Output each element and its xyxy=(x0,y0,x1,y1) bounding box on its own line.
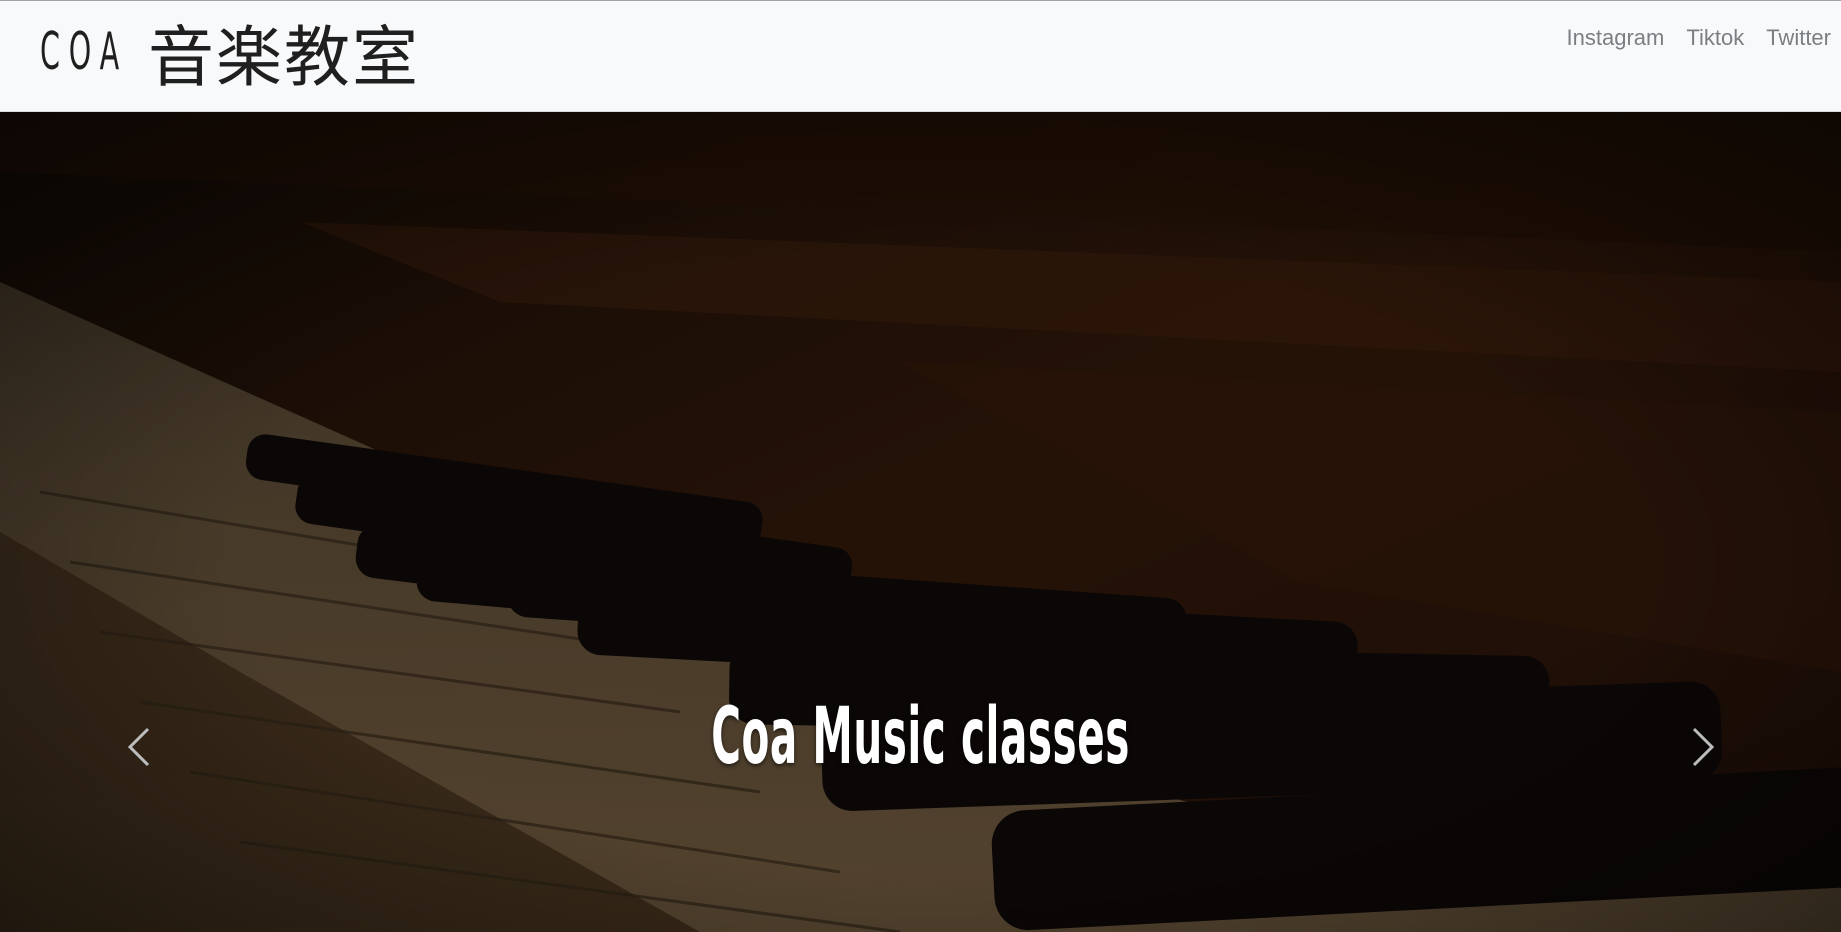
hero-caption-text: Coa Music classes xyxy=(711,692,1130,782)
navbar: COA 音楽教室 Instagram Tiktok Twitter xyxy=(0,0,1841,112)
brand-latin-text: COA xyxy=(40,22,128,82)
nav-link-tiktok[interactable]: Tiktok xyxy=(1686,25,1744,51)
brand-logo-link[interactable]: COA 音楽教室 xyxy=(40,7,420,97)
carousel-next-button[interactable] xyxy=(1674,682,1734,812)
nav-links: Instagram Tiktok Twitter xyxy=(1567,25,1831,51)
nav-link-twitter[interactable]: Twitter xyxy=(1766,25,1831,51)
hero-caption: Coa Music classes xyxy=(0,692,1841,782)
piano-keyboard-image xyxy=(0,112,1841,932)
brand-japanese-text: 音楽教室 xyxy=(148,19,420,96)
chevron-right-icon xyxy=(1692,727,1715,767)
hero-carousel: Coa Music classes xyxy=(0,112,1841,932)
carousel-prev-button[interactable] xyxy=(108,682,168,812)
chevron-left-icon xyxy=(127,727,150,767)
nav-link-instagram[interactable]: Instagram xyxy=(1567,25,1665,51)
